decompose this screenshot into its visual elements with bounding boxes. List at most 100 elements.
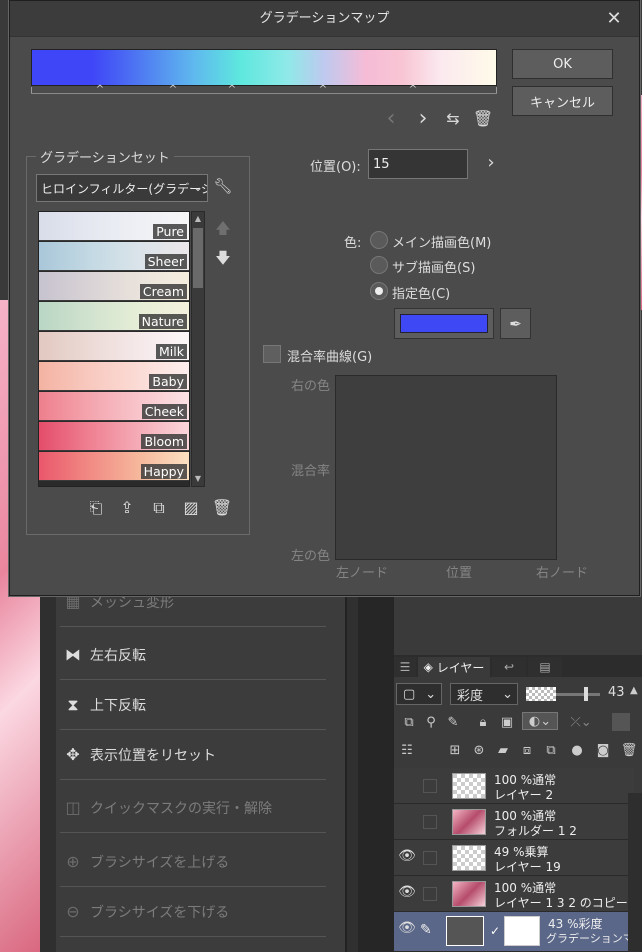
canvas-edge [40, 595, 56, 952]
apply-mask-icon[interactable]: ◙ [594, 741, 612, 759]
preset-list-scrollbar[interactable]: ▲ ▼ [191, 211, 205, 487]
opacity-slider[interactable] [556, 693, 600, 696]
delete-preset-icon[interactable]: 🗑︎ [211, 498, 233, 520]
prev-node-icon[interactable]: ‹ [380, 107, 402, 131]
export-preset-icon[interactable]: ⇪ [116, 498, 138, 520]
layer-name: レイヤー 1 3 2 のコピー [494, 896, 628, 910]
cancel-button[interactable]: キャンセル [512, 86, 613, 116]
menu-scrollbar[interactable] [346, 595, 358, 952]
move-up-icon[interactable]: 🡅 [213, 218, 233, 238]
layer-row[interactable]: 100 %通常 フォルダー 1 2 [394, 804, 634, 840]
duplicate-preset-icon[interactable]: ⧉ [148, 498, 170, 520]
menu-item-flip-vertical[interactable]: ⧗ 上下反転 [60, 680, 326, 730]
scrollbar-thumb[interactable] [193, 228, 203, 288]
panel-menu-icon[interactable]: ☰ [394, 657, 416, 677]
delete-layer-icon[interactable]: 🗑︎ [620, 741, 638, 759]
gradient-preset[interactable]: Baby [39, 362, 189, 391]
gradient-preset[interactable]: Milk [39, 332, 189, 361]
gradient-preview-bar[interactable] [31, 49, 497, 86]
scroll-down-icon[interactable]: ▼ [192, 472, 204, 486]
mask-icon[interactable]: ● [568, 741, 586, 759]
gradient-preset[interactable]: Cheek [39, 392, 189, 421]
merge-down-icon[interactable]: ⧈ [518, 741, 536, 759]
layer-list-scrollbar[interactable] [628, 793, 642, 952]
lock-transparency-icon[interactable]: ▣ [498, 713, 516, 731]
visibility-toggle[interactable] [398, 812, 416, 830]
gradient-node[interactable]: ^ [408, 85, 418, 95]
opacity-spinner[interactable]: ▲ [630, 685, 638, 696]
layer-thumbnail [452, 773, 486, 799]
move-down-icon[interactable]: 🡇 [213, 248, 233, 268]
new-vector-layer-icon[interactable]: ⊛ [470, 741, 488, 759]
gradient-set-dropdown[interactable]: ヒロインフィルター(グラデーションマ ⌄ [36, 174, 208, 202]
menu-item-quick-mask[interactable]: ◫ クイックマスクの実行・解除 [60, 783, 326, 833]
layer-row-selected[interactable]: 👁︎ ✎ ✓ 43 %彩度 グラデーションマッ [394, 912, 642, 952]
menu-item-label: 左右反転 [90, 647, 146, 664]
layer-color-select[interactable]: ▢ ⌄ [396, 683, 442, 705]
draft-layer-icon[interactable]: ✎ [444, 713, 462, 731]
new-gradient-set-icon[interactable]: ▨ [180, 498, 202, 520]
scroll-up-icon[interactable]: ▲ [192, 212, 204, 226]
tab-history[interactable]: ↩ [492, 657, 526, 677]
eye-icon[interactable]: 👁︎ [398, 848, 416, 866]
next-node-icon[interactable]: › [412, 107, 434, 131]
blend-curve-graph[interactable] [335, 375, 557, 560]
visibility-toggle[interactable] [398, 776, 416, 794]
layer-color-icon[interactable] [612, 713, 630, 731]
specified-color-button[interactable] [394, 308, 494, 339]
layer-mask-thumbnail [504, 916, 540, 946]
gradient-node[interactable]: ^ [227, 85, 237, 95]
ruler-icon[interactable]: ⤫⌄ [566, 713, 596, 731]
radio-sub-color[interactable] [370, 256, 388, 274]
layer-row[interactable]: 👁︎ 49 %乗算 レイヤー 19 [394, 840, 634, 876]
delete-node-icon[interactable]: 🗑︎ [472, 107, 494, 131]
menu-item-brush-size-up[interactable]: ⊕ ブラシサイズを上げる [60, 837, 326, 887]
radio-main-color[interactable] [370, 231, 388, 249]
gradient-preset[interactable]: Pure [39, 212, 189, 241]
swap-node-icon[interactable]: ⇆ [442, 107, 464, 131]
layer-lock-toggle[interactable] [423, 779, 437, 793]
radio-specified-label: 指定色(C) [392, 287, 451, 302]
tab-animation[interactable]: ▤ [528, 657, 562, 677]
layer-lock-toggle[interactable] [423, 851, 437, 865]
menu-item-brush-size-down[interactable]: ⊖ ブラシサイズを下げる [60, 887, 326, 937]
merge-selected-icon[interactable]: ⧉ [542, 741, 560, 759]
layer-row[interactable]: 👁︎ 100 %通常 レイヤー 1 3 2 のコピー [394, 876, 634, 912]
wrench-icon[interactable]: 🔧︎ [212, 177, 234, 199]
gradient-preset[interactable]: Cream [39, 272, 189, 301]
radio-specified-color[interactable] [370, 282, 388, 300]
color-swatch [400, 314, 488, 333]
eyedropper-icon[interactable]: ✒ [500, 308, 531, 339]
menu-item-flip-horizontal[interactable]: ⧓ 左右反転 [60, 630, 326, 680]
blend-mode-select[interactable]: 彩度 ⌄ [450, 683, 518, 705]
chevron-right-icon[interactable]: › [480, 151, 502, 175]
position-input[interactable]: 15 [368, 149, 468, 179]
menu-item-reset-view[interactable]: ✥ 表示位置をリセット [60, 730, 326, 780]
layer-lock-toggle[interactable] [423, 887, 437, 901]
layer-mask-icon[interactable]: ◐⌄ [522, 712, 558, 730]
reference-layer-icon[interactable]: ⚲ [422, 713, 440, 731]
chevron-down-icon: ⌄ [425, 686, 437, 702]
add-preset-icon[interactable]: ⎗ [85, 498, 107, 520]
eye-icon[interactable]: 👁︎ [398, 884, 416, 902]
lock-icon[interactable]: 🔒︎ [474, 713, 492, 731]
blend-curve-checkbox[interactable] [263, 345, 281, 363]
new-raster-layer-icon[interactable]: ⊞ [446, 741, 464, 759]
tab-layer[interactable]: ◈ レイヤー [418, 657, 490, 677]
gradient-preset[interactable]: Sheer [39, 242, 189, 271]
layer-list-icon[interactable]: ☷ [398, 741, 416, 759]
opacity-slider-handle[interactable] [584, 687, 588, 701]
layer-row[interactable]: 100 %通常 レイヤー 2 [394, 768, 634, 804]
gradient-preset[interactable]: Nature [39, 302, 189, 331]
close-icon[interactable]: ✕ [602, 7, 626, 31]
ok-button[interactable]: OK [512, 49, 613, 79]
gradient-node[interactable]: ^ [318, 85, 328, 95]
gradient-preset[interactable]: Happy [39, 452, 189, 481]
new-folder-icon[interactable]: ▰ [494, 741, 512, 759]
gradient-preset[interactable]: Bloom [39, 422, 189, 451]
eye-icon[interactable]: 👁︎ [398, 920, 416, 938]
clip-layer-icon[interactable]: ⧉ [400, 713, 418, 731]
gradient-node[interactable]: ^ [168, 85, 178, 95]
layer-lock-toggle[interactable] [423, 815, 437, 829]
gradient-node-selected[interactable]: ^ [95, 85, 105, 95]
